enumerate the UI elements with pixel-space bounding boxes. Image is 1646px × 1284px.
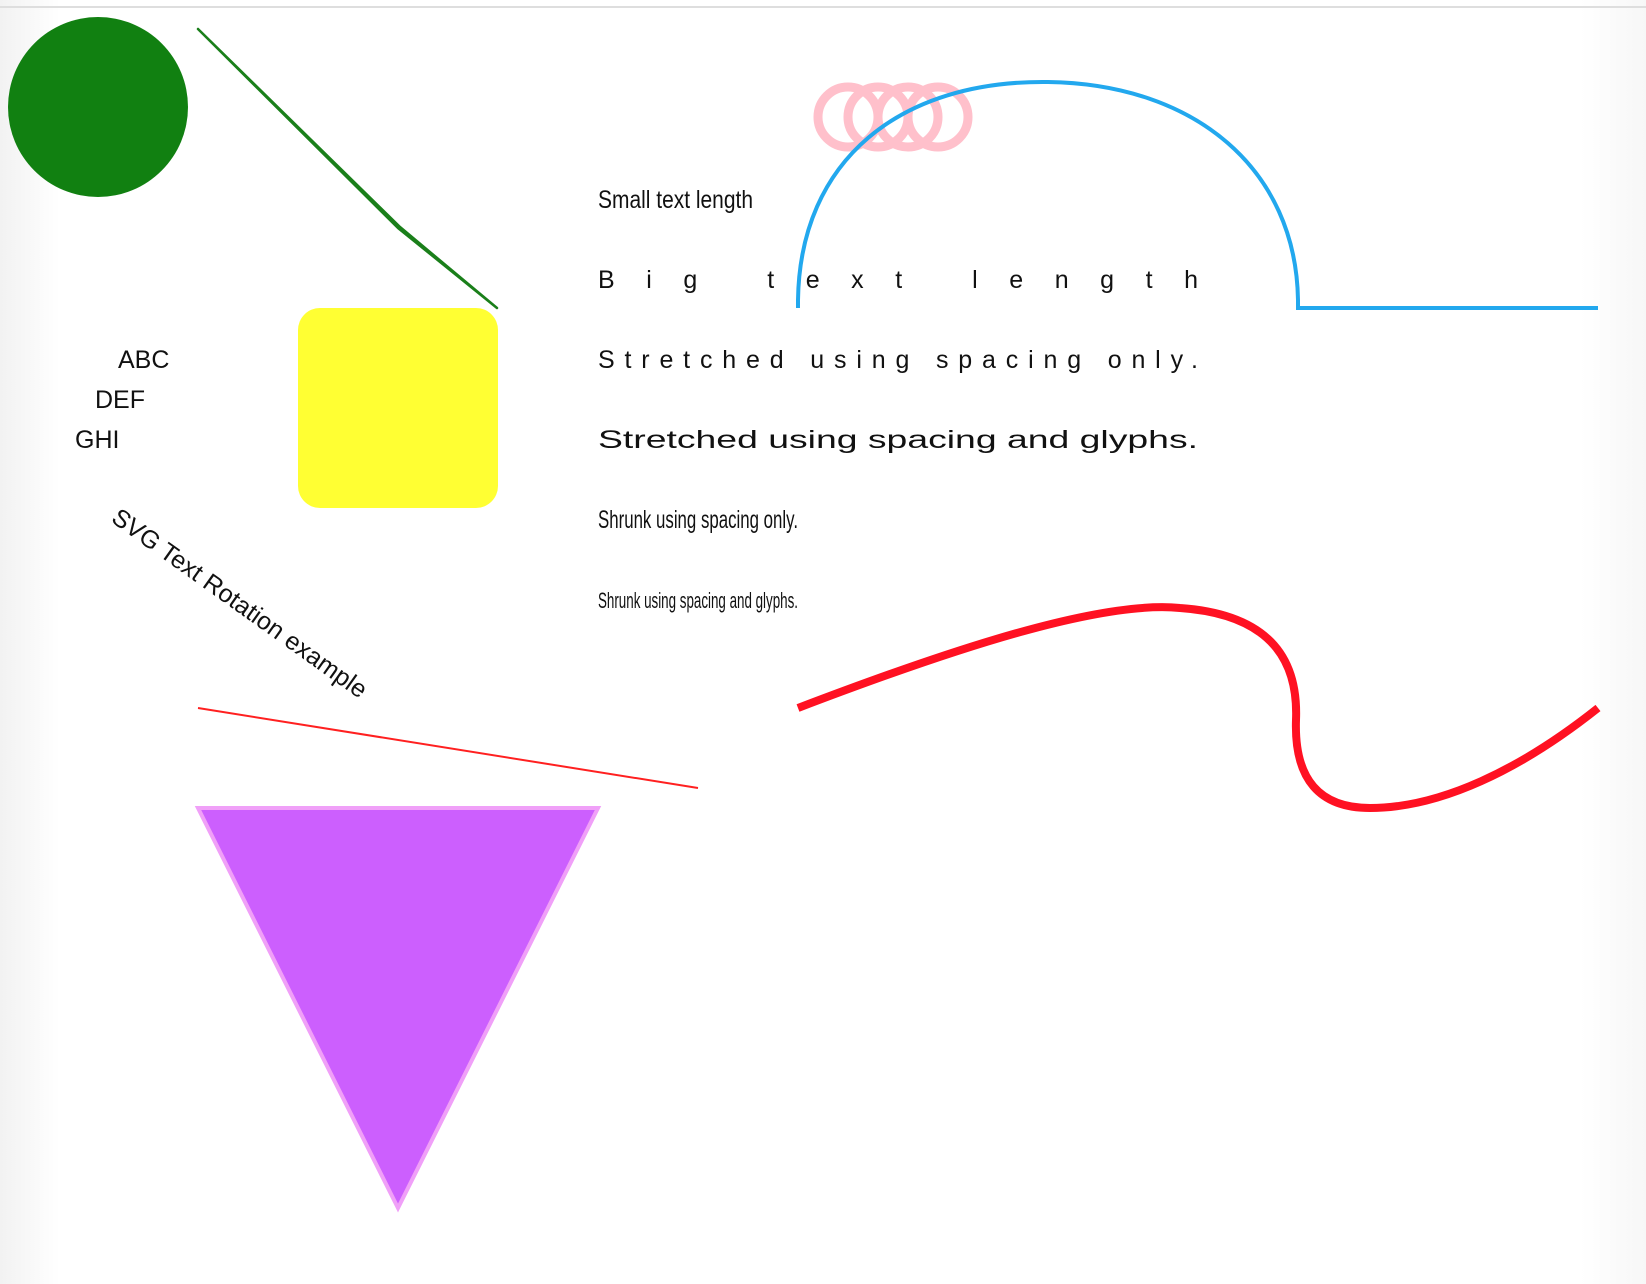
diagonal-sliver-shape [196,27,499,310]
red-wave-path [796,603,1601,813]
small-text-length: Small text length [598,186,753,214]
stretched-spacing-text: Stretched using spacing only. [598,346,1198,374]
shrunk-spacing-text: Shrunk using spacing only. [598,506,798,534]
rotated-text: SVG Text Rotation example [107,503,373,704]
green-circle [8,17,188,197]
stretched-glyphs-text: Stretched using spacing and glyphs. [598,426,1198,454]
ghi-label: GHI [75,426,119,454]
abc-label: ABC [118,346,169,374]
def-label: DEF [95,386,145,414]
thin-red-line [197,707,699,789]
big-text-length: Big text length [598,266,1198,294]
svg-demo-page: ABC DEF GHI SVG Text Rotation example Sm… [0,0,1646,1284]
purple-triangle [194,806,602,1213]
blue-arch-path [796,79,1598,310]
svg-canvas: ABC DEF GHI SVG Text Rotation example Sm… [8,17,1601,1213]
yellow-rounded-square [298,308,498,508]
shrunk-glyphs-text: Shrunk using spacing and glyphs. [598,588,798,613]
